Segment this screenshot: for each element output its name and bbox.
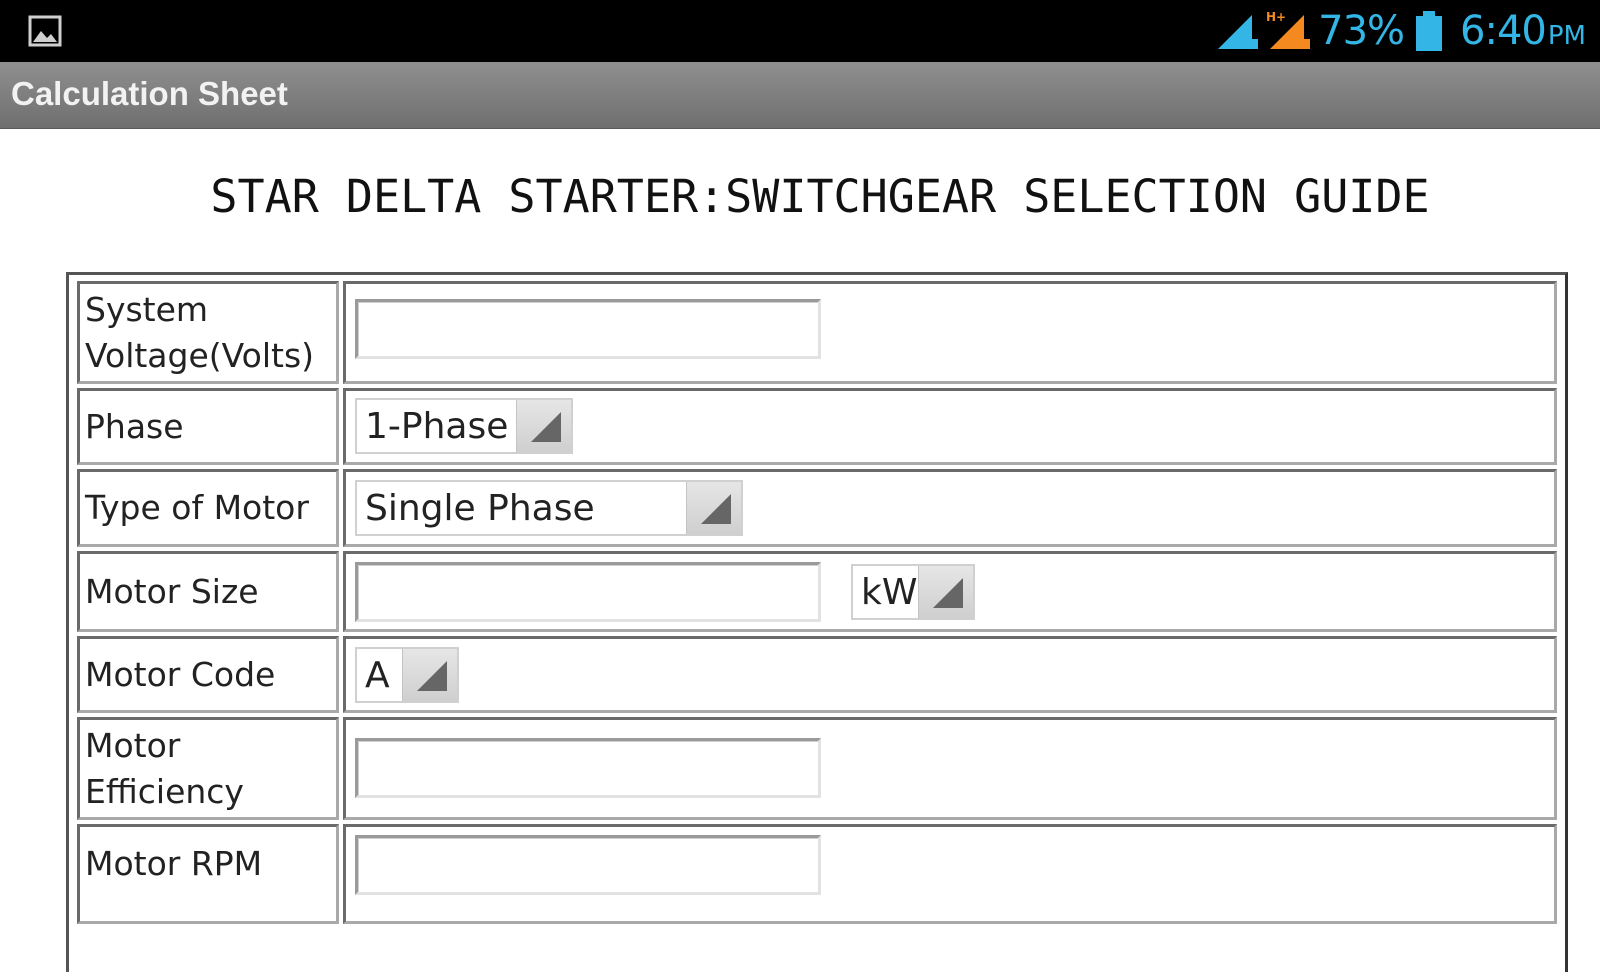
row-motor-size: Motor Size kW — [77, 551, 1557, 632]
motor-size-unit-value: kW — [861, 572, 918, 613]
dropdown-triangle-icon — [933, 578, 963, 608]
phase-label: Phase — [77, 388, 339, 465]
motor-rpm-label: Motor RPM — [77, 824, 339, 924]
status-indicators: H+ 73% 6:40 PM — [1214, 0, 1586, 62]
motor-size-label: Motor Size — [77, 551, 339, 632]
system-voltage-input[interactable] — [355, 299, 821, 359]
page-title: STAR DELTA STARTER:SWITCHGEAR SELECTION … — [210, 170, 1430, 223]
dropdown-triangle-icon — [417, 661, 447, 691]
motor-code-dropdown-button[interactable] — [402, 649, 457, 701]
phase-selected-value: 1-Phase — [365, 406, 509, 447]
calculation-table: System Voltage(Volts) Phase 1-Phase Type… — [66, 272, 1568, 972]
motor-size-unit-select[interactable]: kW — [851, 564, 975, 620]
motor-code-label: Motor Code — [77, 636, 339, 713]
motor-rpm-input[interactable] — [355, 835, 821, 895]
phase-cell: 1-Phase — [343, 388, 1557, 465]
motor-efficiency-input[interactable] — [355, 738, 821, 798]
motor-code-selected-value: A — [365, 655, 390, 696]
dropdown-triangle-icon — [531, 412, 561, 442]
motor-size-unit-dropdown-button[interactable] — [918, 566, 973, 618]
type-of-motor-select[interactable]: Single Phase — [355, 480, 743, 536]
type-of-motor-label: Type of Motor — [77, 469, 339, 547]
dropdown-triangle-icon — [701, 494, 731, 524]
signal-sim1-icon — [1218, 15, 1259, 49]
row-phase: Phase 1-Phase — [77, 388, 1557, 465]
action-bar: Calculation Sheet — [0, 62, 1600, 129]
battery-icon — [1416, 11, 1443, 51]
system-voltage-label: System Voltage(Volts) — [77, 281, 339, 384]
svg-text:H+: H+ — [1266, 10, 1286, 24]
row-system-voltage: System Voltage(Volts) — [77, 281, 1557, 384]
row-motor-code: Motor Code A — [77, 636, 1557, 713]
motor-efficiency-cell — [343, 717, 1557, 820]
clock-ampm: PM — [1547, 21, 1586, 51]
phase-select[interactable]: 1-Phase — [355, 398, 573, 454]
phase-dropdown-button[interactable] — [516, 400, 571, 452]
motor-size-input[interactable] — [355, 562, 821, 622]
clock-time: 6:40 — [1460, 8, 1547, 54]
row-type-of-motor: Type of Motor Single Phase — [77, 469, 1557, 547]
motor-code-select[interactable]: A — [355, 647, 459, 703]
type-of-motor-selected-value: Single Phase — [365, 488, 595, 529]
status-bar: H+ 73% 6:40 PM — [0, 0, 1600, 62]
row-motor-efficiency: Motor Efficiency — [77, 717, 1557, 820]
type-of-motor-cell: Single Phase — [343, 469, 1557, 547]
image-notification-icon — [28, 15, 62, 47]
motor-code-cell: A — [343, 636, 1557, 713]
motor-efficiency-label: Motor Efficiency — [77, 717, 339, 820]
battery-percent: 73% — [1318, 8, 1405, 54]
app-title: Calculation Sheet — [11, 75, 288, 112]
system-voltage-cell — [343, 281, 1557, 384]
row-motor-rpm: Motor RPM — [77, 824, 1557, 924]
motor-rpm-cell — [343, 824, 1557, 924]
signal-sim2-hplus-icon: H+ — [1266, 10, 1311, 49]
motor-size-cell: kW — [343, 551, 1557, 632]
type-of-motor-dropdown-button[interactable] — [686, 482, 741, 534]
